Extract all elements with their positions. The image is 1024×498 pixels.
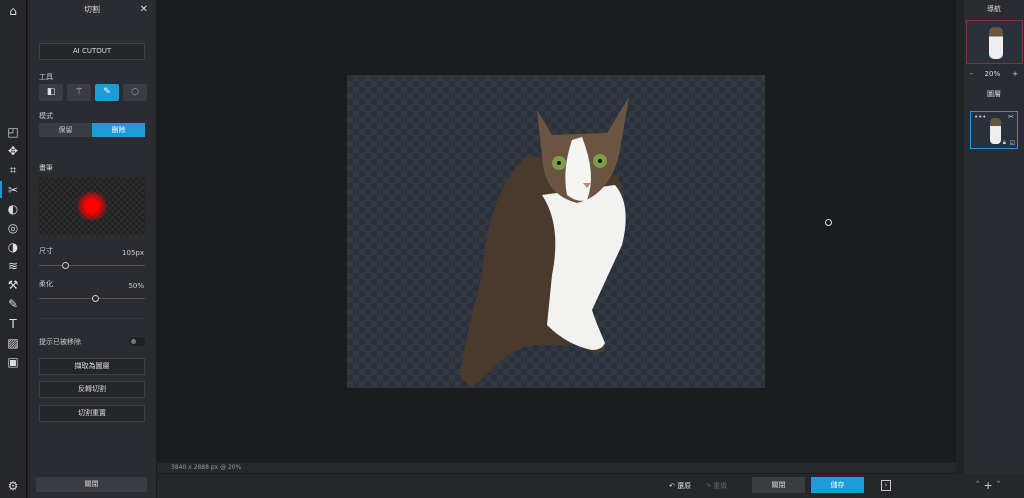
undo-button[interactable]: ↶ 還原 [669, 481, 691, 491]
brush-dot [77, 191, 107, 221]
pattern-icon[interactable]: ▨ [4, 335, 22, 351]
layers-title: 圖層 [987, 90, 1001, 98]
undo-label: 還原 [677, 482, 692, 490]
mode-delete-button[interactable]: 刪除 [92, 123, 145, 137]
tool-group: ◧ ⚚ ✎ ◌ [39, 84, 147, 101]
image-canvas[interactable] [347, 75, 765, 388]
active-tool-indicator [0, 181, 2, 198]
mode-toggle: 保留 刪除 [39, 123, 145, 137]
left-toolbar: ⌂ ◰ ✥ ⌗ ✂ ◐ ◎ ◑ ≋ ⚒ ✎ T ▨ ▣ ⚙ [0, 0, 27, 498]
bottom-bar: ↶ 還原 ↷ 重做 關閉 儲存 › ˄+˅ [157, 474, 1024, 498]
brush-label: 畫筆 [39, 164, 53, 172]
cutout-scissors-icon[interactable]: ✂ [4, 182, 22, 198]
navigator-thumbnail[interactable] [966, 20, 1023, 64]
arrange-icon[interactable]: ◰ [4, 124, 22, 140]
layer-thumbnail[interactable]: ••• ✂ 🔒︎ ☑ [970, 111, 1018, 149]
close-icon[interactable]: ✕ [140, 0, 148, 20]
brush-preview [39, 177, 145, 235]
tools-label: 工具 [39, 73, 53, 81]
soften-value: 50% [128, 282, 144, 290]
liquify-icon[interactable]: ≋ [4, 258, 22, 274]
lasso-icon[interactable]: ◌ [123, 84, 147, 101]
chevron-up-icon[interactable]: ˄ [975, 479, 984, 492]
eraser-tool-icon[interactable]: ◧ [39, 84, 63, 101]
size-slider[interactable] [39, 262, 145, 269]
workspace[interactable] [157, 0, 956, 463]
undo-icon: ↶ [669, 482, 678, 490]
reset-cut-button[interactable]: 切割重置 [39, 405, 145, 422]
brush-tool-icon[interactable]: ✎ [95, 84, 119, 101]
draw-brush-icon[interactable]: ✎ [4, 296, 22, 312]
chevron-down-icon[interactable]: ˅ [996, 479, 1005, 492]
soften-slider[interactable] [39, 295, 145, 302]
hint-label: 提示已被移除 [39, 338, 81, 346]
save-button[interactable]: 儲存 [811, 477, 864, 493]
panel-header: 切割 ✕ [28, 0, 156, 20]
layer-cutout-icon[interactable]: ✂ [1008, 113, 1014, 121]
add-layer-icon[interactable]: + [984, 479, 996, 492]
mode-label: 模式 [39, 112, 53, 120]
hint-toggle[interactable] [129, 337, 145, 346]
zoom-value: 20% [984, 70, 1001, 78]
move-icon[interactable]: ✥ [4, 143, 22, 159]
divider [39, 318, 145, 319]
toggle-panel-icon[interactable]: › [881, 480, 891, 491]
settings-gear-icon[interactable]: ⚙ [4, 478, 22, 494]
magic-wand-icon[interactable]: ⚚ [67, 84, 91, 101]
cat-image [459, 97, 629, 388]
soften-label: 柔化 [39, 280, 53, 288]
size-slider-knob[interactable] [62, 262, 70, 269]
soften-slider-knob[interactable] [92, 295, 99, 302]
image-icon[interactable]: ▣ [4, 354, 22, 370]
redo-label: 重做 [713, 482, 728, 490]
ai-cutout-button[interactable]: AI CUTOUT [39, 43, 145, 60]
zoom-out-button[interactable]: - [970, 70, 973, 78]
thumbnail-cat [989, 27, 1003, 59]
zoom-in-button[interactable]: + [1012, 70, 1018, 78]
size-label: 尺寸 [39, 247, 53, 255]
adjust-icon[interactable]: ◐ [4, 201, 22, 217]
status-bar: 3840 x 2888 px @ 20% [157, 463, 956, 473]
visibility-check-icon[interactable]: ☑ [1010, 140, 1015, 147]
redo-button[interactable]: ↷ 重做 [705, 481, 727, 491]
size-value: 105px [122, 249, 144, 257]
vertical-scrollbar[interactable] [956, 0, 964, 474]
extract-layer-button[interactable]: 擷取為圖層 [39, 358, 145, 375]
retouch-icon[interactable]: ⚒ [4, 277, 22, 293]
redo-icon: ↷ [705, 482, 714, 490]
text-icon[interactable]: T [4, 316, 22, 332]
cursor-crosshair-icon [825, 219, 832, 226]
invert-cut-button[interactable]: 反轉切割 [39, 381, 145, 398]
panel-close-button[interactable]: 關閉 [36, 477, 147, 492]
cutout-panel: 切割 ✕ AI CUTOUT 工具 ◧ ⚚ ✎ ◌ 模式 保留 刪除 畫筆 尺寸 … [28, 0, 156, 498]
panel-title: 切割 [84, 5, 100, 14]
home-icon[interactable]: ⌂ [4, 3, 22, 19]
filter-icon[interactable]: ◎ [4, 220, 22, 236]
layer-controls: ˄+˅ [975, 479, 1004, 492]
crop-icon[interactable]: ⌗ [4, 162, 22, 178]
lock-icon[interactable]: 🔒︎ [1003, 139, 1006, 147]
mode-keep-button[interactable]: 保留 [39, 123, 92, 137]
right-panel: 導航 - 20% + 圖層 ••• ✂ 🔒︎ ☑ [964, 0, 1024, 474]
navigator-title: 導航 [987, 5, 1001, 13]
close-button[interactable]: 關閉 [752, 477, 805, 493]
effect-icon[interactable]: ◑ [4, 239, 22, 255]
layer-options-icon[interactable]: ••• [974, 113, 986, 121]
layer-cat [990, 118, 1001, 144]
